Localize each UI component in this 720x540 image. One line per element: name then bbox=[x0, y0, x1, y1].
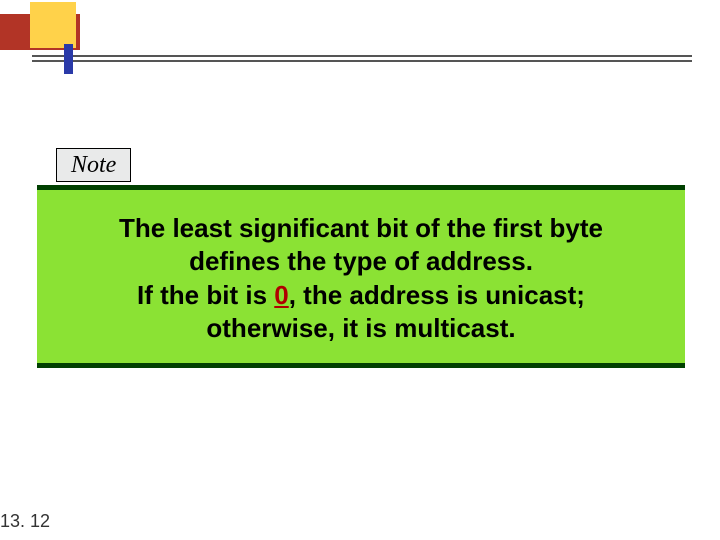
note-label-text: Note bbox=[71, 152, 116, 178]
callout-line-3-suffix: , the address is unicast; bbox=[289, 280, 585, 310]
slide: Note The least significant bit of the fi… bbox=[0, 0, 720, 540]
horizontal-rule-2 bbox=[32, 60, 692, 62]
note-callout: The least significant bit of the first b… bbox=[37, 185, 685, 368]
callout-line-4: otherwise, it is multicast. bbox=[206, 313, 515, 343]
callout-line-2: defines the type of address. bbox=[189, 246, 533, 276]
callout-line-1: The least significant bit of the first b… bbox=[119, 213, 603, 243]
yellow-square bbox=[30, 2, 76, 48]
note-label-box: Note bbox=[56, 148, 131, 182]
page-number: 13. 12 bbox=[0, 511, 50, 532]
slide-header-decoration bbox=[0, 0, 720, 90]
callout-emphasis-zero: 0 bbox=[274, 280, 288, 310]
callout-text: The least significant bit of the first b… bbox=[57, 212, 665, 345]
blue-vertical-bar bbox=[64, 44, 73, 74]
horizontal-rule-1 bbox=[32, 55, 692, 57]
callout-line-3-prefix: If the bit is bbox=[137, 280, 274, 310]
